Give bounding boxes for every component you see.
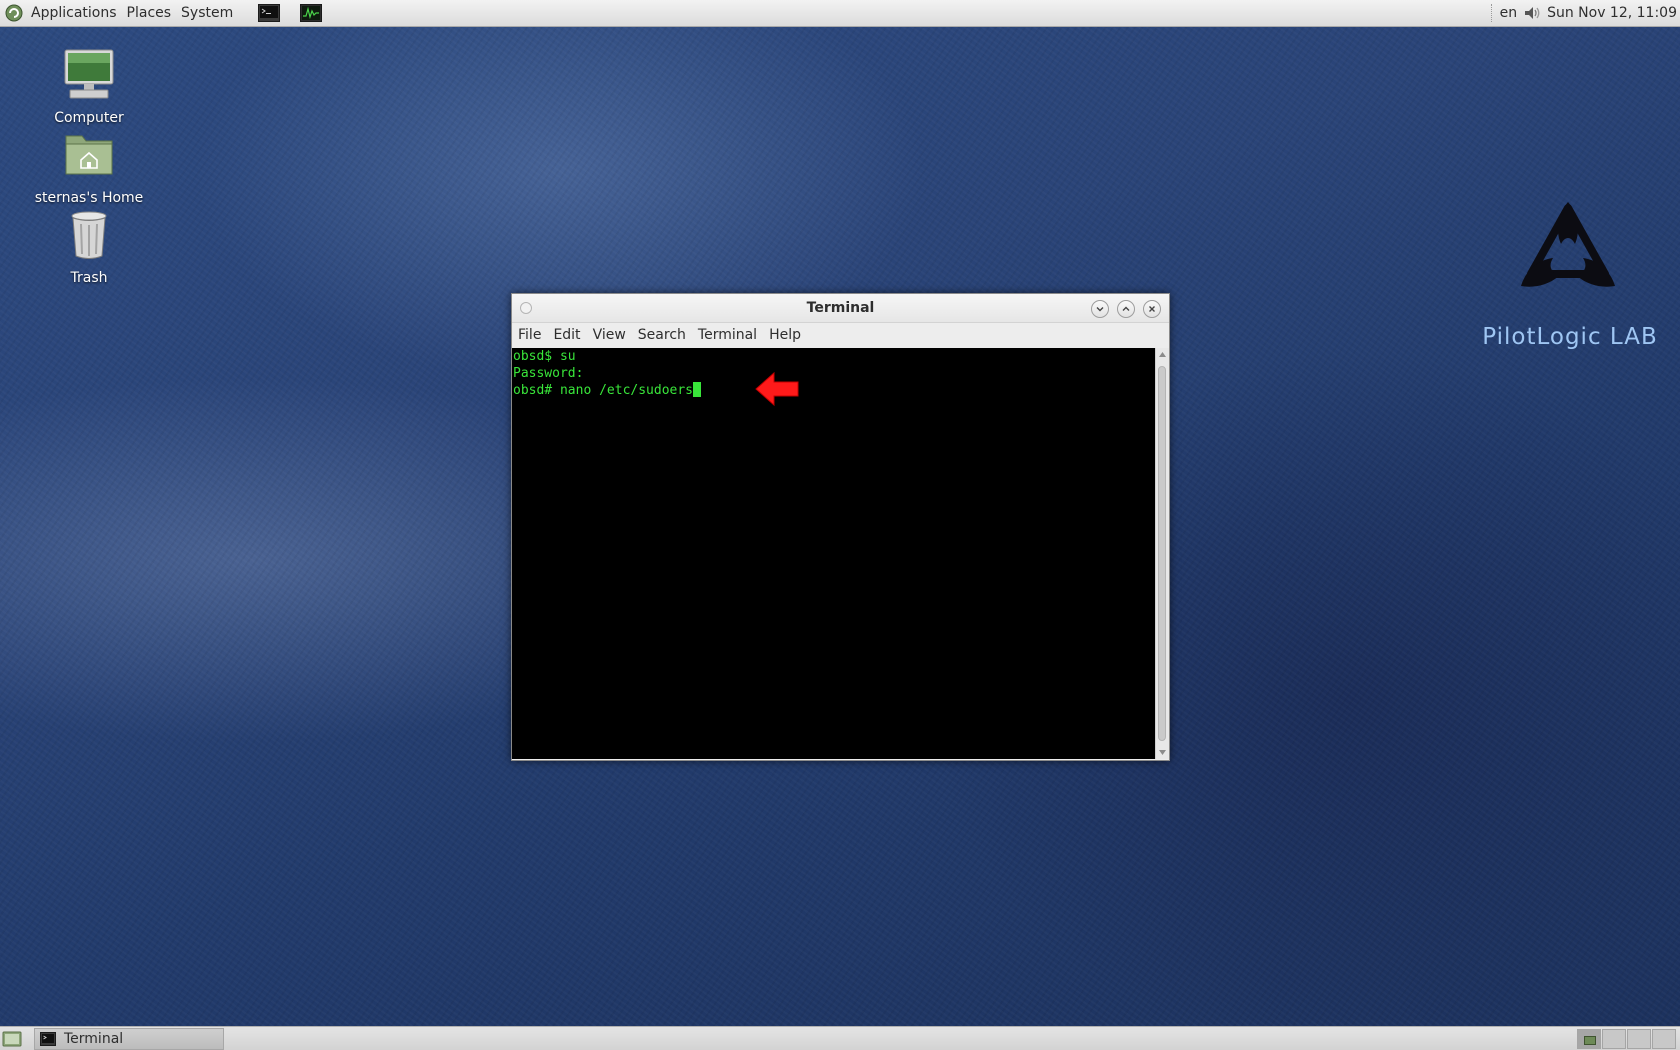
terminal-line-text: obsd# nano /etc/sudoers: [513, 383, 694, 398]
bottom-panel: Terminal: [0, 1026, 1680, 1050]
chevron-down-icon: [1096, 307, 1104, 312]
desktop-icon-label: Trash: [70, 270, 108, 286]
window-title: Terminal: [806, 300, 875, 316]
maximize-button[interactable]: [1117, 300, 1135, 318]
text-cursor: [693, 382, 702, 397]
taskbar-item-terminal[interactable]: Terminal: [34, 1028, 224, 1050]
menu-file[interactable]: File: [512, 323, 547, 347]
system-monitor-launcher-icon[interactable]: [300, 3, 323, 23]
desktop-icon-trash[interactable]: Trash: [19, 208, 159, 286]
workspace-1[interactable]: [1577, 1029, 1601, 1049]
desktop-icon-home[interactable]: sternas's Home: [19, 128, 159, 206]
workspace-2[interactable]: [1602, 1029, 1626, 1049]
chevron-up-icon: [1122, 306, 1130, 311]
system-menu[interactable]: System: [176, 0, 238, 26]
scroll-down-arrow-icon[interactable]: [1159, 750, 1166, 755]
terminal-line: obsd# nano /etc/sudoers: [512, 382, 1155, 399]
top-panel-tray: en Sun Nov 12, 11:09: [1485, 0, 1680, 26]
terminal-scrollbar[interactable]: [1155, 348, 1169, 759]
desktop-icon-label: Computer: [54, 110, 124, 126]
window-titlebar[interactable]: Terminal: [512, 294, 1169, 323]
taskbar-item-label: Terminal: [64, 1031, 124, 1047]
menu-edit[interactable]: Edit: [547, 323, 586, 347]
volume-icon[interactable]: [1523, 4, 1541, 22]
red-arrow-icon: [755, 371, 799, 407]
desktop-icon-label: sternas's Home: [34, 190, 144, 206]
menu-help[interactable]: Help: [763, 323, 807, 347]
terminal-window[interactable]: Terminal File Edit View Search Terminal …: [511, 293, 1170, 761]
menu-view[interactable]: View: [587, 323, 632, 347]
scroll-up-arrow-icon[interactable]: [1159, 352, 1166, 357]
workspace-3[interactable]: [1627, 1029, 1651, 1049]
terminal-launcher-icon[interactable]: [258, 3, 281, 23]
pilotlogic-brand-text: PilotLogic LAB: [1482, 324, 1658, 350]
keyboard-layout-indicator[interactable]: en: [1500, 5, 1518, 21]
home-folder-icon: [65, 135, 113, 175]
panel-separator: [1490, 4, 1494, 22]
close-button[interactable]: [1143, 300, 1161, 318]
terminal-menubar: File Edit View Search Terminal Help: [512, 323, 1169, 347]
terminal-output[interactable]: obsd$ su Password: obsd# nano /etc/sudoe…: [512, 348, 1155, 759]
menu-search[interactable]: Search: [632, 323, 692, 347]
clock[interactable]: Sun Nov 12, 11:09: [1547, 5, 1677, 21]
workspace-window-thumb: [1584, 1036, 1596, 1045]
desktop-icon-computer[interactable]: Computer: [19, 48, 159, 126]
applications-menu[interactable]: Applications: [26, 0, 122, 26]
close-icon: [1149, 306, 1155, 312]
workspace-4[interactable]: [1652, 1029, 1676, 1049]
scrollbar-thumb[interactable]: [1158, 366, 1166, 741]
trash-icon: [71, 211, 107, 259]
desktop: Applications Places System en Sun Nov 12…: [0, 0, 1680, 1050]
distro-logo-icon[interactable]: [4, 3, 24, 23]
menu-terminal[interactable]: Terminal: [692, 323, 763, 347]
terminal-line: Password:: [513, 366, 584, 381]
places-menu[interactable]: Places: [122, 0, 177, 26]
computer-icon: [64, 49, 114, 99]
terminal-icon: [40, 1032, 56, 1046]
minimize-button[interactable]: [1091, 300, 1109, 318]
top-panel: Applications Places System en Sun Nov 12…: [0, 0, 1680, 27]
terminal-line: obsd$ su: [513, 349, 576, 364]
show-desktop-icon[interactable]: [2, 1030, 22, 1048]
pilotlogic-logo-icon: [1521, 202, 1615, 287]
